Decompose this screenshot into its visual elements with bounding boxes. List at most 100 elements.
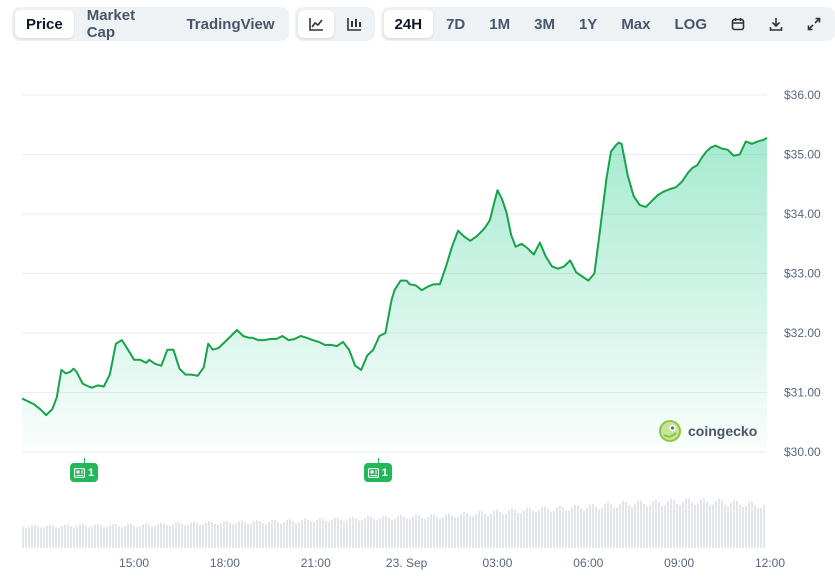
volume-bar <box>703 498 705 548</box>
volume-bar <box>448 513 450 548</box>
volume-bar <box>445 514 447 548</box>
volume-bar <box>94 524 96 548</box>
volume-bar <box>586 507 588 548</box>
volume-bar <box>190 522 192 548</box>
volume-bar <box>514 509 516 548</box>
volume-bar <box>667 501 669 548</box>
x-tick-label: 12:00 <box>755 556 785 570</box>
volume-bar <box>61 526 63 548</box>
event-count: 1 <box>381 466 388 479</box>
volume-bar <box>76 526 78 548</box>
volume-bar <box>694 504 696 548</box>
volume-bar <box>394 518 396 548</box>
gecko-logo-icon <box>659 420 681 442</box>
y-tick-label: $33.00 <box>784 267 821 281</box>
volume-bar <box>268 521 270 548</box>
volume-bar <box>715 501 717 548</box>
volume-bar <box>211 521 213 548</box>
volume-bar <box>130 523 132 548</box>
volume-bar <box>559 505 561 548</box>
volume-bar <box>136 526 138 548</box>
volume-bar <box>676 503 678 548</box>
volume-bar <box>196 522 198 548</box>
volume-bar <box>709 504 711 548</box>
volume-bar <box>244 522 246 548</box>
volume-bar <box>334 517 336 548</box>
volume-bar <box>382 516 384 548</box>
volume-bar <box>511 508 513 548</box>
volume-bar <box>553 510 555 548</box>
volume-bar <box>148 524 150 548</box>
volume-bar <box>118 526 120 548</box>
event-marker[interactable]: 1 <box>363 463 392 482</box>
volume-bar <box>589 504 591 548</box>
volume-bar <box>481 511 483 548</box>
volume-bar <box>544 506 546 548</box>
volume-bar <box>232 524 234 548</box>
volume-bar <box>385 515 387 548</box>
volume-bar <box>286 519 288 548</box>
volume-bar <box>685 498 687 548</box>
volume-bar <box>121 527 123 548</box>
event-count: 1 <box>88 466 95 479</box>
volume-bar <box>574 504 576 548</box>
volume-bar <box>199 524 201 548</box>
volume-bar <box>622 501 624 548</box>
volume-bar <box>322 518 324 548</box>
volume-bar <box>253 521 255 548</box>
volume-bar <box>727 505 729 548</box>
volume-bar <box>169 525 171 548</box>
volume-bar <box>361 520 363 548</box>
brand-name: coingecko <box>688 423 758 439</box>
volume-bar <box>175 522 177 548</box>
volume-bar <box>556 507 558 548</box>
volume-bar <box>499 511 501 548</box>
volume-bar <box>739 504 741 548</box>
volume-bar <box>97 523 99 548</box>
volume-bar <box>181 524 183 548</box>
volume-bar <box>325 520 327 548</box>
y-tick-label: $36.00 <box>784 88 821 102</box>
price-area <box>22 137 767 453</box>
event-marker[interactable]: 1 <box>70 463 99 482</box>
volume-bar <box>331 520 333 548</box>
volume-bar <box>112 524 114 548</box>
volume-bar <box>469 515 471 548</box>
volume-bar <box>349 518 351 548</box>
volume-bar <box>436 516 438 548</box>
volume-bar <box>406 518 408 548</box>
volume-bar <box>127 524 129 548</box>
volume-bar <box>370 516 372 548</box>
volume-bar <box>718 498 720 548</box>
volume-bar <box>628 505 630 548</box>
volume-bar <box>25 527 27 548</box>
volume-bar <box>397 516 399 548</box>
volume-bar <box>313 522 315 548</box>
volume-bar <box>220 523 222 548</box>
volume-bar <box>424 518 426 548</box>
volume-bar <box>343 521 345 548</box>
volume-bar <box>22 526 24 548</box>
volume-bar <box>187 524 189 548</box>
y-tick-label: $35.00 <box>784 148 821 162</box>
volume-bar <box>241 520 243 548</box>
volume-bar <box>475 513 477 548</box>
volume-bar <box>223 521 225 548</box>
volume-bar <box>238 521 240 548</box>
x-tick-label: 21:00 <box>301 556 331 570</box>
volume-bar <box>364 518 366 548</box>
volume-bar <box>82 524 84 548</box>
x-tick-label: 15:00 <box>119 556 149 570</box>
volume-bar <box>100 525 102 548</box>
volume-bar <box>640 500 642 548</box>
volume-bar <box>430 514 432 548</box>
volume-bar <box>529 507 531 548</box>
volume-bar <box>415 514 417 548</box>
volume-bar <box>643 503 645 548</box>
news-icon <box>367 467 379 478</box>
volume-bar <box>40 527 42 548</box>
volume-bar <box>214 523 216 548</box>
volume-bar <box>184 525 186 548</box>
volume-bar <box>433 514 435 548</box>
volume-bar <box>256 520 258 548</box>
